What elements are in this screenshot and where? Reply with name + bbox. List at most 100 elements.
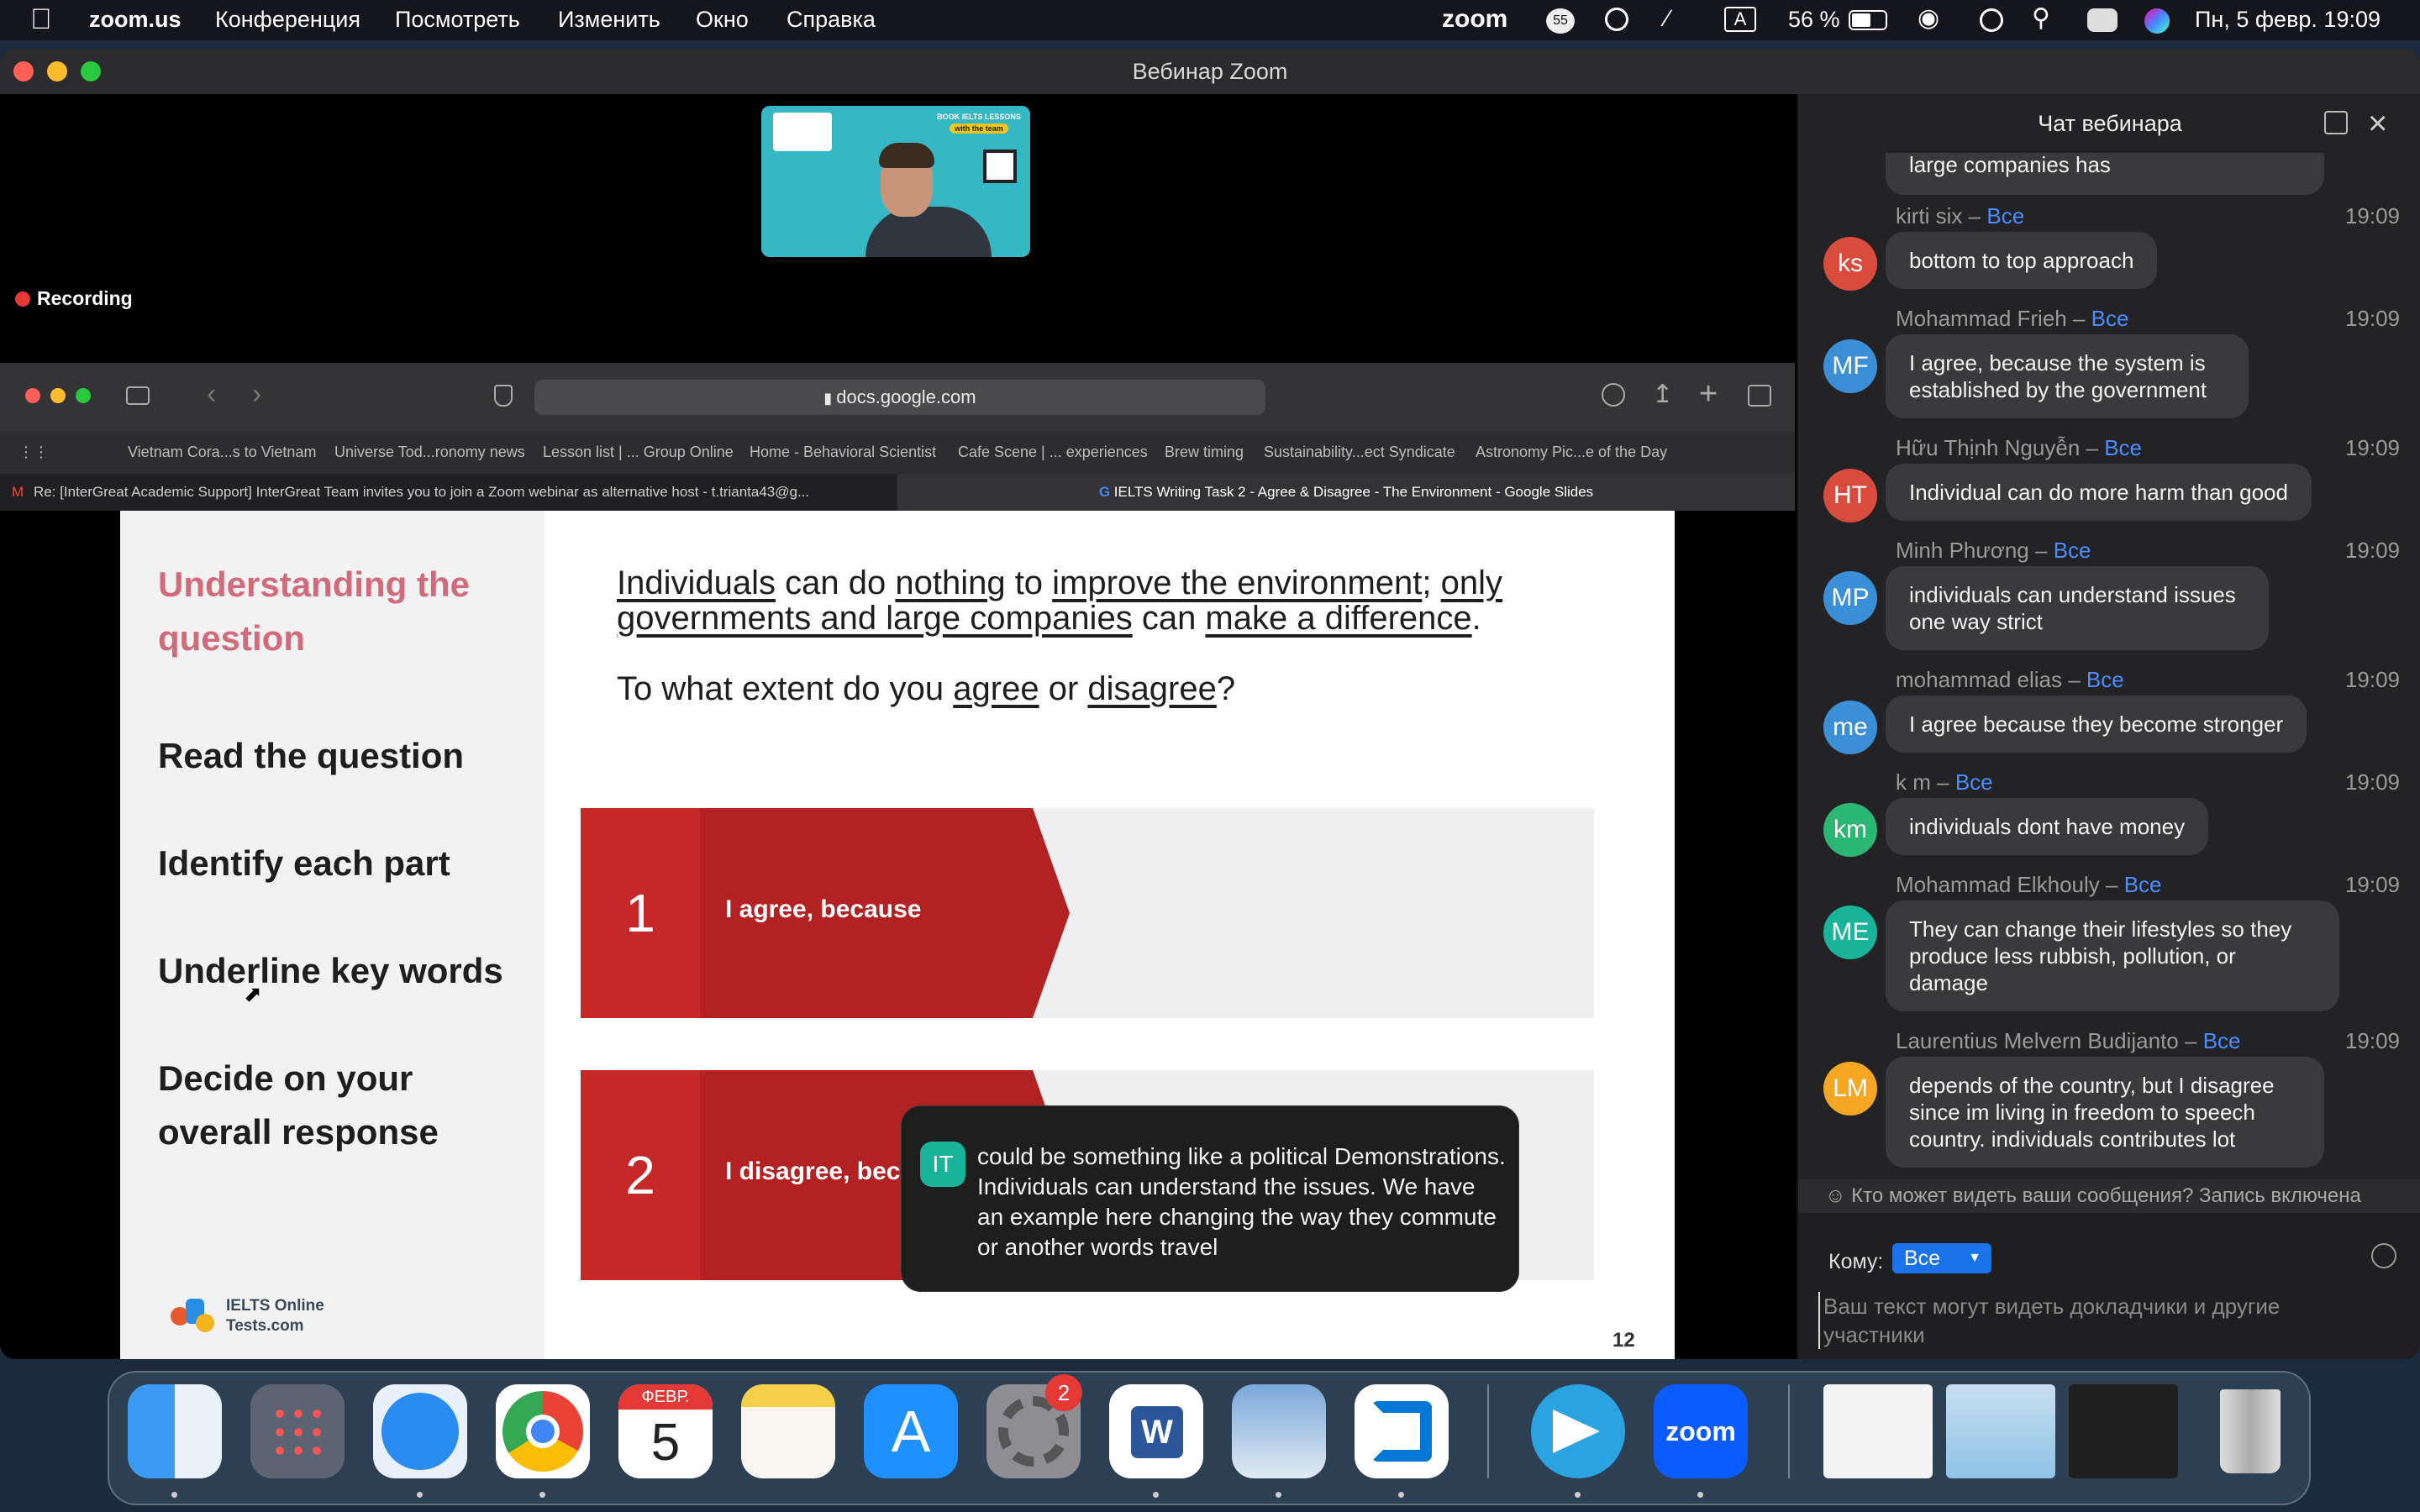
minimized-safari-window[interactable] <box>1946 1384 2055 1478</box>
telegram-running-dot <box>1575 1492 1581 1498</box>
apple-icon[interactable]:  <box>30 3 52 36</box>
chat-messages[interactable]: large companies has ks kirti six – Все 1… <box>1798 153 2420 1179</box>
finder-icon[interactable] <box>128 1384 222 1478</box>
recipient-label: Кому: <box>1828 1250 1884 1273</box>
step-decide: Decide on your overall response <box>158 1058 439 1152</box>
address-bar[interactable]: ▮ docs.google.com <box>534 380 1265 415</box>
close-window-button[interactable] <box>13 61 34 81</box>
calendar-icon[interactable]: ФЕВР. 5 <box>618 1384 713 1478</box>
menu-conference[interactable]: Конференция <box>215 7 360 33</box>
tab-gmail[interactable]: M Re: [InterGreat Academic Support] Inte… <box>0 474 896 511</box>
zoom-window-button[interactable] <box>81 61 101 81</box>
vscode-icon[interactable] <box>1355 1384 1449 1478</box>
word-running-dot <box>1153 1492 1159 1498</box>
bookmark-7[interactable]: Sustainability...ect Syndicate <box>1264 444 1455 461</box>
browser-minimize-button[interactable] <box>50 388 66 403</box>
bookmark-6[interactable]: Brew timing <box>1165 444 1244 461</box>
message-recipient: Все <box>2053 538 2091 563</box>
message-time: 19:09 <box>2344 872 2400 897</box>
menu-view[interactable]: Посмотреть <box>395 7 520 33</box>
input-source-icon[interactable]: A <box>1724 7 1756 32</box>
message-bubble: I agree because they become stronger <box>1886 696 2307 753</box>
shield-icon[interactable] <box>494 385 513 407</box>
minimize-window-button[interactable] <box>47 61 67 81</box>
q-word: only <box>1440 564 1503 601</box>
control-center-icon[interactable] <box>2087 8 2118 32</box>
menu-datetime[interactable]: Пн, 5 февр. 19:09 <box>2195 7 2381 33</box>
message-time: 19:09 <box>2344 306 2400 331</box>
battery-icon[interactable] <box>1849 10 1887 30</box>
share-icon[interactable]: ↥ <box>1652 380 1673 409</box>
bookmark-2[interactable]: Universe Tod...ronomy news <box>334 444 525 461</box>
sidebar-icon[interactable] <box>126 386 150 405</box>
preview-icon[interactable] <box>1232 1384 1326 1478</box>
ad-text: BOOK IELTS LESSONS with the team <box>933 113 1025 134</box>
popout-icon[interactable] <box>2324 111 2348 134</box>
telegram-icon[interactable] <box>1531 1384 1625 1478</box>
chat-message: me mohammad elias – Все 19:09 I agree be… <box>1798 667 2420 759</box>
browser-close-button[interactable] <box>25 388 40 403</box>
back-icon[interactable]: ‹ <box>207 378 216 411</box>
safari-icon[interactable] <box>373 1384 467 1478</box>
chrome-running-dot <box>539 1492 545 1498</box>
q-word: nothing <box>895 564 1006 601</box>
mouse-cursor-icon: ⬈ <box>244 981 262 1006</box>
word-icon[interactable]: W <box>1109 1384 1203 1478</box>
notes-icon[interactable] <box>741 1384 835 1478</box>
grid-icon[interactable]: ⋮⋮ <box>18 444 49 461</box>
mute-icon[interactable]: ∕ <box>1665 5 1670 32</box>
bookmark-4[interactable]: Home - Behavioral Scientist <box>750 444 936 461</box>
message-input[interactable]: Ваш текст могут видеть докладчики и друг… <box>1818 1292 2373 1349</box>
zoom-icon[interactable]: zoom <box>1654 1384 1748 1478</box>
bookmark-5[interactable]: Cafe Scene | ... experiences <box>958 444 1148 461</box>
browser-zoom-button[interactable] <box>76 388 91 403</box>
speaker-video[interactable]: BOOK IELTS LESSONS with the team <box>761 106 1030 257</box>
bookmark-8[interactable]: Astronomy Pic...e of the Day <box>1476 444 1667 461</box>
download-icon[interactable] <box>1602 383 1625 407</box>
search-icon[interactable]: ⚲ <box>2032 3 2050 33</box>
zoom-status-logo[interactable]: zoom <box>1442 5 1507 34</box>
chat-privacy-notice[interactable]: ☺ Кто может видеть ваши сообщения? Запис… <box>1798 1179 2420 1213</box>
message-avatar: me <box>1823 701 1877 754</box>
app-store-icon[interactable]: A <box>864 1384 958 1478</box>
q-word: can <box>1132 600 1206 637</box>
forward-icon[interactable]: › <box>252 378 261 411</box>
minimized-vscode-window[interactable] <box>2069 1384 2178 1478</box>
popup-avatar: IT <box>920 1142 965 1187</box>
tab-google-slides[interactable]: G IELTS Writing Task 2 - Agree & Disagre… <box>897 474 1795 511</box>
privacy-notice-text: Кто может видеть ваши сообщения? Запись … <box>1851 1184 2361 1207</box>
ielts-logo-line-2: Tests.com <box>226 1317 304 1335</box>
notification-badge-count: 55 <box>1553 13 1568 28</box>
message-bubble: Individual can do more harm than good <box>1886 464 2312 521</box>
tab-slides-label: IELTS Writing Task 2 - Agree & Disagree … <box>1113 484 1594 500</box>
menu-help[interactable]: Справка <box>786 7 876 33</box>
tab-overview-icon[interactable] <box>1748 385 1771 407</box>
step-underline: Underline key words <box>158 951 503 990</box>
bookmark-1[interactable]: Vietnam Cora...s to Vietnam <box>128 444 316 461</box>
chrome-icon[interactable] <box>496 1384 590 1478</box>
menu-window[interactable]: Окно <box>696 7 749 33</box>
play-icon[interactable] <box>1605 8 1628 31</box>
trash-icon[interactable] <box>2203 1384 2297 1478</box>
minimized-document-window[interactable] <box>1823 1384 1933 1478</box>
launchpad-icon[interactable] <box>250 1384 345 1478</box>
bookmark-3[interactable]: Lesson list | ... Group Online <box>543 444 734 461</box>
notification-badge-icon[interactable]: 55 <box>1546 8 1575 34</box>
menu-edit[interactable]: Изменить <box>558 7 660 33</box>
new-tab-icon[interactable]: + <box>1699 376 1718 412</box>
ad-logo-panel <box>773 113 832 151</box>
emoji-icon[interactable] <box>2371 1243 2396 1268</box>
wifi-icon[interactable]: ◉ <box>1918 3 1939 33</box>
webinar-chat-panel: Чат вебинара × large companies has ks ki… <box>1797 94 2420 1359</box>
slide-heading: Understanding the question <box>158 564 471 658</box>
menu-app-name[interactable]: zoom.us <box>89 7 182 33</box>
user-icon[interactable] <box>1980 8 2003 32</box>
chat-popup-notification[interactable]: IT could be something like a political D… <box>901 1105 1519 1292</box>
message-time: 19:09 <box>2344 667 2400 692</box>
recipient-dropdown[interactable]: Все ▼ <box>1892 1243 1991 1273</box>
siri-icon[interactable] <box>2144 8 2170 34</box>
gmail-icon: M <box>12 484 24 500</box>
close-chat-icon[interactable]: × <box>2368 94 2387 153</box>
partial-message-bubble: large companies has <box>1886 153 2324 195</box>
message-recipient: Все <box>1986 203 2025 228</box>
